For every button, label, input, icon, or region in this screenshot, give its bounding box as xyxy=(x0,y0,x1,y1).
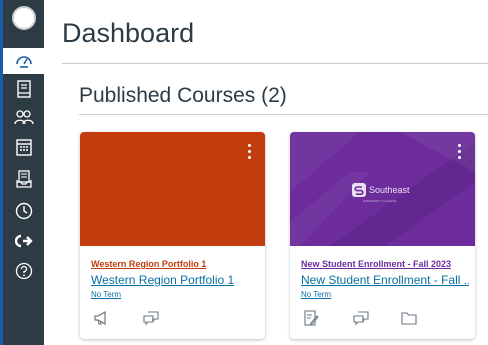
course-short-name[interactable]: Western Region Portfolio 1 xyxy=(91,259,206,269)
main-content: Dashboard Published Courses (2) Western … xyxy=(44,0,488,345)
college-logo: Southeast xyxy=(352,182,410,198)
logo-subtext: COMMUNITY COLLEGE xyxy=(363,199,397,203)
global-nav xyxy=(0,0,44,345)
history-icon xyxy=(15,202,32,220)
course-name-link[interactable]: Western Region Portfolio 1 xyxy=(91,273,259,287)
commons-icon xyxy=(14,234,33,248)
course-card[interactable]: Western Region Portfolio 1 Western Regio… xyxy=(80,132,265,339)
groups-icon xyxy=(13,110,34,125)
course-card[interactable]: Southeast COMMUNITY COLLEGE New Student … xyxy=(290,132,475,339)
calendar-icon xyxy=(15,139,32,156)
southeast-logo-icon xyxy=(352,183,366,197)
inbox-icon xyxy=(15,170,32,188)
dashboard-icon xyxy=(15,56,32,68)
assignments-icon[interactable] xyxy=(301,308,321,328)
course-card-hero[interactable]: Southeast COMMUNITY COLLEGE xyxy=(290,132,475,246)
nav-dashboard[interactable] xyxy=(3,48,44,74)
course-term: No Term xyxy=(301,290,332,299)
discussions-icon[interactable] xyxy=(351,308,371,328)
files-icon[interactable] xyxy=(399,308,419,328)
divider xyxy=(79,114,488,115)
nav-commons[interactable] xyxy=(3,228,44,254)
course-short-name[interactable]: New Student Enrollment - Fall 2023 xyxy=(301,259,451,269)
course-card-hero[interactable] xyxy=(80,132,265,246)
page-title: Dashboard xyxy=(62,18,195,48)
card-options-menu-icon[interactable] xyxy=(451,140,467,162)
nav-help[interactable] xyxy=(3,258,44,284)
logo-text: Southeast xyxy=(369,185,410,195)
courses-icon xyxy=(16,80,31,98)
nav-groups[interactable] xyxy=(3,104,44,130)
course-term: No Term xyxy=(91,290,122,299)
nav-inbox[interactable] xyxy=(3,166,44,192)
course-name-link[interactable]: New Student Enrollment - Fall ... xyxy=(301,273,469,287)
discussions-icon[interactable] xyxy=(141,308,161,328)
divider xyxy=(62,63,488,64)
nav-calendar[interactable] xyxy=(3,134,44,160)
announcements-icon[interactable] xyxy=(91,308,111,328)
card-options-menu-icon[interactable] xyxy=(241,140,257,162)
account-avatar-icon[interactable] xyxy=(12,6,36,30)
nav-history[interactable] xyxy=(3,198,44,224)
nav-courses[interactable] xyxy=(3,76,44,102)
section-title: Published Courses (2) xyxy=(79,84,287,107)
help-icon xyxy=(15,262,32,280)
